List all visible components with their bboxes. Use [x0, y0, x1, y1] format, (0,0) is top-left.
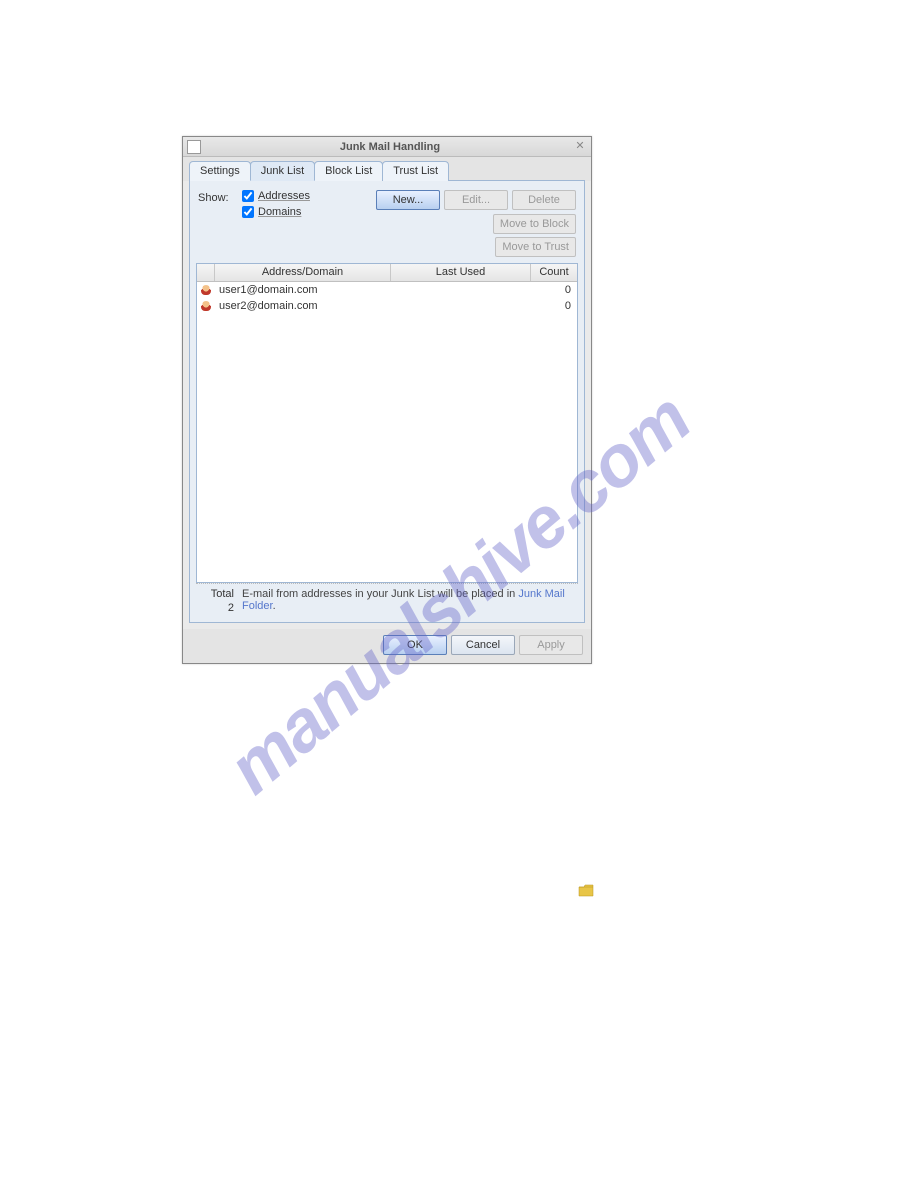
domains-checkbox-label: Domains [258, 206, 301, 218]
apply-button[interactable]: Apply [519, 635, 583, 655]
person-icon [197, 285, 215, 295]
tab-settings[interactable]: Settings [189, 161, 251, 181]
addresses-checkbox-label: Addresses [258, 190, 310, 202]
cancel-button[interactable]: Cancel [451, 635, 515, 655]
close-icon[interactable]: ✕ [573, 140, 587, 154]
note-text: E-mail from addresses in your Junk List … [242, 588, 518, 600]
tab-trust-list[interactable]: Trust List [382, 161, 449, 181]
table-row[interactable]: user1@domain.com 0 [197, 282, 577, 298]
checkbox-group: Addresses Domains [242, 190, 328, 218]
table-row[interactable]: user2@domain.com 0 [197, 298, 577, 314]
tab-junk-list[interactable]: Junk List [250, 161, 315, 181]
new-button[interactable]: New... [376, 190, 440, 210]
tab-block-list[interactable]: Block List [314, 161, 383, 181]
domains-checkbox[interactable]: Domains [242, 206, 328, 218]
tab-content: Show: Addresses Domains New... Edit... D… [189, 180, 585, 623]
total-label: Total [198, 588, 234, 600]
show-label: Show: [198, 190, 236, 204]
folder-icon [578, 884, 594, 897]
total-row: Total 2 E-mail from addresses in your Ju… [196, 583, 578, 616]
person-icon [197, 301, 215, 311]
tab-bar: Settings Junk List Block List Trust List [183, 157, 591, 181]
column-address[interactable]: Address/Domain [215, 264, 391, 281]
delete-button[interactable]: Delete [512, 190, 576, 210]
action-button-cluster: New... Edit... Delete Move to Block Move… [334, 190, 576, 257]
domains-checkbox-input[interactable] [242, 206, 254, 218]
dialog-title: Junk Mail Handling [207, 141, 573, 153]
edit-button[interactable]: Edit... [444, 190, 508, 210]
entries-table: Address/Domain Last Used Count user1@dom… [196, 263, 578, 583]
table-header-row: Address/Domain Last Used Count [197, 264, 577, 282]
addresses-checkbox[interactable]: Addresses [242, 190, 328, 202]
titlebar: Junk Mail Handling ✕ [183, 137, 591, 157]
table-body[interactable]: user1@domain.com 0 user2@domain.com 0 [197, 282, 577, 582]
move-to-block-button[interactable]: Move to Block [493, 214, 576, 234]
row-address: user2@domain.com [215, 300, 391, 312]
move-to-trust-button[interactable]: Move to Trust [495, 237, 576, 257]
addresses-checkbox-input[interactable] [242, 190, 254, 202]
system-menu-icon[interactable] [187, 140, 201, 154]
column-icon[interactable] [197, 264, 215, 281]
ok-button[interactable]: OK [383, 635, 447, 655]
junk-mail-dialog: Junk Mail Handling ✕ Settings Junk List … [182, 136, 592, 664]
row-count: 0 [531, 284, 577, 296]
show-filter-row: Show: Addresses Domains New... Edit... D… [196, 187, 578, 263]
dialog-footer-buttons: OK Cancel Apply [183, 629, 591, 663]
info-note: E-mail from addresses in your Junk List … [242, 588, 576, 612]
row-count: 0 [531, 300, 577, 312]
note-suffix: . [273, 600, 276, 612]
column-count[interactable]: Count [531, 264, 577, 281]
total-value: 2 [198, 602, 234, 614]
row-address: user1@domain.com [215, 284, 391, 296]
column-last-used[interactable]: Last Used [391, 264, 531, 281]
